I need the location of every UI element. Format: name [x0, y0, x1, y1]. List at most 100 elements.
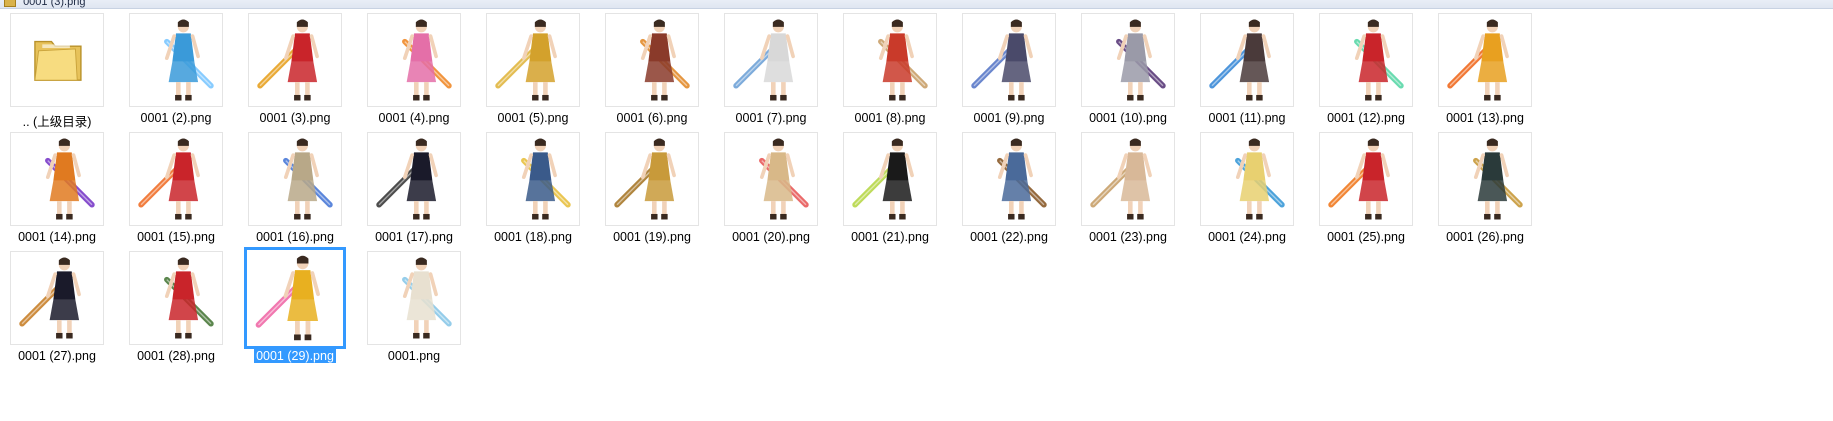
image-thumbnail-preview — [971, 19, 1033, 101]
file-thumbnail[interactable] — [244, 247, 346, 349]
file-name-label[interactable]: 0001 (29).png — [228, 349, 362, 363]
file-thumbnail[interactable] — [1081, 132, 1175, 226]
file-name-text: 0001 (9).png — [973, 111, 1045, 125]
breadcrumb-text: 0001 (3).png — [23, 0, 86, 8]
file-item[interactable]: 0001.png — [361, 248, 500, 378]
file-name-text: 0001 (14).png — [18, 230, 96, 244]
file-thumbnail[interactable] — [843, 13, 937, 107]
file-thumbnail[interactable] — [605, 13, 699, 107]
file-thumbnail[interactable] — [486, 132, 580, 226]
image-file-icon — [4, 0, 16, 8]
file-thumbnail[interactable] — [1438, 13, 1532, 107]
file-name-label[interactable]: 0001 (10).png — [1061, 111, 1195, 125]
file-name-label[interactable]: 0001 (28).png — [109, 349, 243, 363]
file-name-label[interactable]: 0001 (2).png — [109, 111, 243, 125]
file-thumbnail[interactable] — [129, 132, 223, 226]
file-thumbnail[interactable] — [724, 13, 818, 107]
image-thumbnail-preview — [733, 19, 795, 101]
file-name-label[interactable]: 0001 (19).png — [585, 230, 719, 244]
file-name-label[interactable]: 0001 (11).png — [1180, 111, 1314, 125]
image-thumbnail-preview — [164, 19, 214, 101]
file-thumbnail[interactable] — [843, 132, 937, 226]
image-thumbnail-preview — [376, 138, 438, 220]
image-thumbnail-preview — [402, 19, 452, 101]
file-name-text: 0001 (7).png — [735, 111, 807, 125]
file-thumbnail[interactable] — [367, 251, 461, 345]
file-thumbnail[interactable] — [605, 132, 699, 226]
file-name-label[interactable]: 0001 (4).png — [347, 111, 481, 125]
address-bar[interactable]: 0001 (3).png — [0, 0, 1833, 9]
file-name-label[interactable]: 0001 (12).png — [1299, 111, 1433, 125]
file-name-label[interactable]: 0001 (7).png — [704, 111, 838, 125]
file-thumbnail[interactable] — [367, 13, 461, 107]
file-name-text: 0001 (29).png — [254, 349, 336, 363]
file-name-text: 0001 (28).png — [137, 349, 215, 363]
file-thumbnail[interactable] — [1319, 13, 1413, 107]
image-thumbnail-preview — [283, 138, 333, 220]
file-name-text: 0001 (11).png — [1208, 111, 1286, 125]
file-thumbnail[interactable] — [1200, 13, 1294, 107]
image-thumbnail-preview — [402, 257, 452, 339]
file-name-label[interactable]: 0001 (9).png — [942, 111, 1076, 125]
file-thumbnail[interactable] — [1438, 132, 1532, 226]
file-name-label[interactable]: 0001 (22).png — [942, 230, 1076, 244]
file-thumbnail[interactable] — [1081, 13, 1175, 107]
file-name-label[interactable]: 0001 (15).png — [109, 230, 243, 244]
file-name-label[interactable]: 0001 (5).png — [466, 111, 600, 125]
file-name-label[interactable]: 0001 (23).png — [1061, 230, 1195, 244]
file-name-label[interactable]: 0001 (17).png — [347, 230, 481, 244]
file-name-label[interactable]: 0001 (8).png — [823, 111, 957, 125]
file-name-text: 0001 (2).png — [140, 111, 212, 125]
file-name-label[interactable]: 0001.png — [347, 349, 481, 363]
folder-thumbnail[interactable] — [10, 13, 104, 107]
file-item[interactable]: 0001 (13).png — [1432, 10, 1571, 140]
file-thumbnail[interactable] — [367, 132, 461, 226]
image-thumbnail-preview — [614, 138, 676, 220]
file-thumbnail[interactable] — [486, 13, 580, 107]
image-thumbnail-preview — [1209, 19, 1271, 101]
file-name-text: 0001 (12).png — [1327, 111, 1405, 125]
file-thumbnail[interactable] — [1200, 132, 1294, 226]
file-name-text: 0001.png — [387, 349, 441, 363]
file-name-label[interactable]: 0001 (27).png — [0, 349, 124, 363]
image-thumbnail-preview — [1447, 19, 1509, 101]
file-name-text: 0001 (24).png — [1208, 230, 1286, 244]
file-name-text: 0001 (19).png — [613, 230, 691, 244]
file-name-text: 0001 (27).png — [18, 349, 96, 363]
file-thumbnail[interactable] — [1319, 132, 1413, 226]
file-name-label[interactable]: 0001 (14).png — [0, 230, 124, 244]
image-thumbnail-preview — [878, 19, 928, 101]
file-thumbnail[interactable] — [248, 13, 342, 107]
breadcrumb: 0001 (3).png — [4, 0, 85, 8]
file-thumbnail[interactable] — [129, 13, 223, 107]
file-name-label[interactable]: .. (上级目录) — [0, 111, 124, 130]
file-thumbnail[interactable] — [724, 132, 818, 226]
file-name-text: .. (上级目录) — [22, 115, 92, 129]
file-name-label[interactable]: 0001 (24).png — [1180, 230, 1314, 244]
file-thumbnail[interactable] — [129, 251, 223, 345]
file-thumbnail[interactable] — [248, 132, 342, 226]
folder-icon — [34, 40, 82, 81]
image-thumbnail-preview — [1090, 138, 1152, 220]
file-name-label[interactable]: 0001 (21).png — [823, 230, 957, 244]
file-name-label[interactable]: 0001 (3).png — [228, 111, 362, 125]
file-name-text: 0001 (23).png — [1089, 230, 1167, 244]
file-name-text: 0001 (15).png — [137, 230, 215, 244]
image-thumbnail-preview — [1235, 138, 1285, 220]
file-name-label[interactable]: 0001 (13).png — [1418, 111, 1552, 125]
file-name-text: 0001 (26).png — [1446, 230, 1524, 244]
file-thumbnail[interactable] — [962, 132, 1056, 226]
image-thumbnail-preview — [495, 19, 557, 101]
file-thumbnail[interactable] — [10, 251, 104, 345]
file-thumbnail[interactable] — [10, 132, 104, 226]
file-name-text: 0001 (17).png — [375, 230, 453, 244]
file-name-label[interactable]: 0001 (26).png — [1418, 230, 1552, 244]
file-name-label[interactable]: 0001 (6).png — [585, 111, 719, 125]
file-name-label[interactable]: 0001 (16).png — [228, 230, 362, 244]
file-item[interactable]: 0001 (26).png — [1432, 129, 1571, 259]
file-name-label[interactable]: 0001 (25).png — [1299, 230, 1433, 244]
file-thumbnail[interactable] — [962, 13, 1056, 107]
image-thumbnail-preview — [521, 138, 571, 220]
file-name-label[interactable]: 0001 (18).png — [466, 230, 600, 244]
file-name-label[interactable]: 0001 (20).png — [704, 230, 838, 244]
